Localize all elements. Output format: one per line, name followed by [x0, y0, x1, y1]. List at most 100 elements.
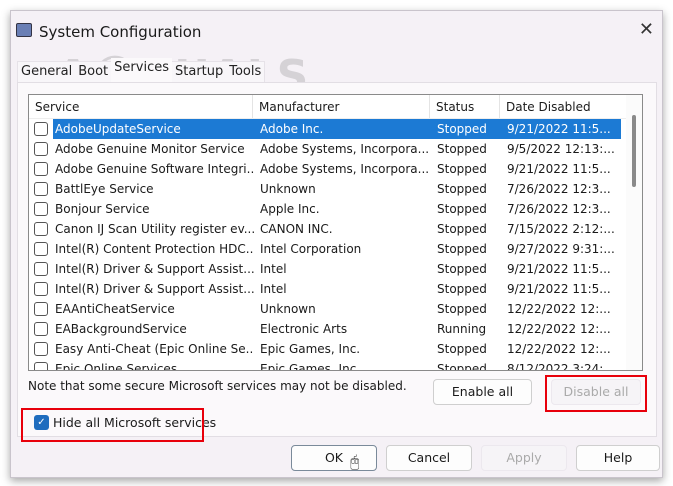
service-row[interactable]: EAAntiCheatService Unknown Stopped 12/22…: [29, 299, 642, 319]
service-name: Easy Anti-Cheat (Epic Online Se...: [55, 342, 254, 356]
service-date-disabled: 9/21/2022 11:5...: [507, 282, 611, 296]
service-manufacturer: Adobe Systems, Incorpora...: [260, 142, 430, 156]
service-checkbox[interactable]: [34, 262, 48, 276]
column-header-manufacturer[interactable]: Manufacturer: [253, 95, 430, 118]
services-list: Service Manufacturer Status Date Disable…: [28, 94, 643, 371]
service-manufacturer: Epic Games, Inc.: [260, 342, 361, 356]
service-date-disabled: 9/21/2022 11:5...: [501, 119, 621, 139]
help-button[interactable]: Help: [576, 445, 660, 471]
service-name: Bonjour Service: [55, 202, 150, 216]
service-manufacturer: Intel: [260, 262, 287, 276]
tab-bar: General Boot Services Startup Tools: [17, 58, 266, 83]
service-checkbox[interactable]: [34, 202, 48, 216]
vertical-scrollbar[interactable]: [626, 95, 642, 370]
service-row[interactable]: BattlEye Service Unknown Stopped 7/26/20…: [29, 179, 642, 199]
service-manufacturer: Epic Games, Inc.: [260, 362, 361, 371]
tab-tools[interactable]: Tools: [226, 62, 264, 83]
service-checkbox[interactable]: [34, 282, 48, 296]
tab-startup[interactable]: Startup: [172, 62, 226, 83]
service-manufacturer: Unknown: [260, 182, 316, 196]
cancel-button[interactable]: Cancel: [386, 445, 472, 471]
service-row[interactable]: Intel(R) Driver & Support Assist... Inte…: [29, 259, 642, 279]
service-manufacturer: Electronic Arts: [260, 322, 348, 336]
service-status: Stopped: [437, 302, 487, 316]
scrollbar-thumb[interactable]: [632, 115, 636, 187]
service-row[interactable]: EABackgroundService Electronic Arts Runn…: [29, 319, 642, 339]
service-manufacturer: Unknown: [260, 302, 316, 316]
service-checkbox[interactable]: [34, 182, 48, 196]
ok-button[interactable]: OK: [291, 445, 377, 471]
service-date-disabled: 12/22/2022 12:...: [507, 342, 611, 356]
service-name: Adobe Genuine Software Integri...: [55, 162, 254, 176]
service-date-disabled: 7/26/2022 12:3...: [507, 202, 611, 216]
service-name: BattlEye Service: [55, 182, 154, 196]
list-header: Service Manufacturer Status Date Disable…: [29, 95, 642, 119]
service-manufacturer: Adobe Systems, Incorpora...: [260, 162, 430, 176]
service-checkbox[interactable]: [34, 142, 48, 156]
service-status: Stopped: [437, 162, 487, 176]
service-checkbox[interactable]: [34, 362, 48, 370]
service-name: EAAntiCheatService: [55, 302, 175, 316]
highlight-box-hide-ms: [21, 408, 204, 442]
service-manufacturer: Intel: [260, 282, 287, 296]
service-name: EABackgroundService: [55, 322, 187, 336]
service-row[interactable]: Intel(R) Content Protection HDC... Intel…: [29, 239, 642, 259]
enable-all-button[interactable]: Enable all: [433, 379, 532, 405]
service-name: Intel(R) Driver & Support Assist...: [55, 262, 254, 276]
tab-boot[interactable]: Boot: [75, 62, 111, 83]
service-row[interactable]: Easy Anti-Cheat (Epic Online Se... Epic …: [29, 339, 642, 359]
service-name: Canon IJ Scan Utility register ev...: [55, 222, 254, 236]
service-status: Stopped: [437, 282, 487, 296]
service-status: Stopped: [437, 202, 487, 216]
service-name: AdobeUpdateService: [53, 119, 254, 139]
service-checkbox[interactable]: [34, 242, 48, 256]
service-checkbox[interactable]: [34, 342, 48, 356]
service-status: Stopped: [437, 222, 487, 236]
tab-services[interactable]: Services: [111, 58, 172, 83]
column-header-status[interactable]: Status: [430, 95, 500, 118]
service-date-disabled: 9/27/2022 9:31:...: [507, 242, 615, 256]
service-status: Stopped: [437, 142, 487, 156]
service-date-disabled: 12/22/2022 12:...: [507, 322, 611, 336]
service-checkbox[interactable]: [34, 322, 48, 336]
window-title: System Configuration: [39, 23, 202, 41]
service-checkbox[interactable]: [34, 222, 48, 236]
service-date-disabled: 9/21/2022 11:5...: [507, 262, 611, 276]
service-name: Intel(R) Content Protection HDC...: [55, 242, 254, 256]
column-header-service[interactable]: Service: [29, 95, 253, 118]
service-row[interactable]: Canon IJ Scan Utility register ev... CAN…: [29, 219, 642, 239]
apply-button[interactable]: Apply: [481, 445, 567, 471]
services-panel: Service Manufacturer Status Date Disable…: [17, 82, 657, 442]
service-row[interactable]: Adobe Genuine Software Integri... Adobe …: [29, 159, 642, 179]
service-status: Stopped: [437, 242, 487, 256]
service-manufacturer: Intel Corporation: [260, 242, 362, 256]
mouse-cursor-icon: 🖰: [350, 452, 360, 471]
service-row[interactable]: Epic Online Services Epic Games, Inc. St…: [29, 359, 642, 371]
service-status: Stopped: [437, 182, 487, 196]
service-manufacturer: CANON INC.: [260, 222, 333, 236]
service-date-disabled: 7/15/2022 2:12:...: [507, 222, 615, 236]
service-date-disabled: 8/12/2022 3:24:...: [507, 362, 615, 371]
service-row[interactable]: Intel(R) Driver & Support Assist... Inte…: [29, 279, 642, 299]
service-row[interactable]: Bonjour Service Apple Inc. Stopped 7/26/…: [29, 199, 642, 219]
service-row[interactable]: AdobeUpdateService Adobe Inc. Stopped 9/…: [29, 119, 642, 139]
service-status: Stopped: [431, 119, 501, 139]
service-checkbox[interactable]: [34, 302, 48, 316]
service-name: Epic Online Services: [55, 362, 178, 371]
highlight-box-disable-all: [545, 375, 647, 412]
column-header-date-disabled[interactable]: Date Disabled: [500, 95, 630, 118]
service-status: Stopped: [437, 262, 487, 276]
service-checkbox[interactable]: [34, 122, 48, 136]
service-name: Intel(R) Driver & Support Assist...: [55, 282, 254, 296]
service-date-disabled: 9/21/2022 11:5...: [507, 162, 611, 176]
note-text: Note that some secure Microsoft services…: [28, 379, 407, 393]
service-status: Running: [437, 322, 487, 336]
service-date-disabled: 7/26/2022 12:3...: [507, 182, 611, 196]
tab-general[interactable]: General: [18, 62, 75, 83]
service-manufacturer: Adobe Inc.: [254, 119, 431, 139]
close-icon[interactable]: ✕: [639, 19, 654, 40]
service-row[interactable]: Adobe Genuine Monitor Service Adobe Syst…: [29, 139, 642, 159]
service-name: Adobe Genuine Monitor Service: [55, 142, 245, 156]
service-status: Stopped: [437, 342, 487, 356]
service-checkbox[interactable]: [34, 162, 48, 176]
